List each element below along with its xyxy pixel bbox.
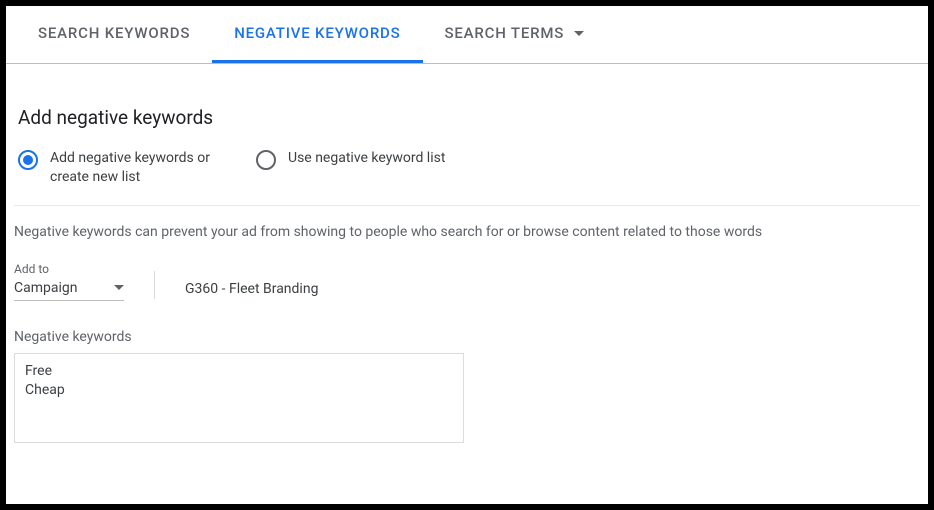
content-area: Add negative keywords Add negative keywo… — [6, 64, 928, 447]
tab-label: NEGATIVE KEYWORDS — [234, 24, 400, 42]
radio-label: Use negative keyword list — [288, 149, 445, 168]
add-to-scope-dropdown[interactable]: Add to Campaign — [14, 262, 124, 301]
tab-search-terms[interactable]: SEARCH TERMS — [423, 6, 607, 63]
chevron-down-icon — [114, 285, 124, 290]
help-text: Negative keywords can prevent your ad fr… — [14, 224, 920, 240]
tabs-bar: SEARCH KEYWORDS NEGATIVE KEYWORDS SEARCH… — [6, 6, 928, 64]
page-title: Add negative keywords — [18, 106, 916, 129]
dropdown-selected-text: Campaign — [14, 280, 77, 296]
vertical-divider — [154, 271, 155, 299]
radio-label: Add negative keywords or create new list — [50, 149, 228, 187]
field-label: Negative keywords — [14, 329, 920, 345]
radio-add-new[interactable]: Add negative keywords or create new list — [18, 149, 228, 187]
dropdown-value: Campaign — [14, 280, 124, 296]
negative-keywords-section: Negative keywords — [14, 329, 920, 447]
radio-use-list[interactable]: Use negative keyword list — [256, 149, 445, 170]
negative-keywords-textarea[interactable] — [14, 353, 464, 443]
tab-negative-keywords[interactable]: NEGATIVE KEYWORDS — [212, 6, 422, 63]
radio-group: Add negative keywords or create new list… — [14, 149, 920, 206]
chevron-down-icon — [574, 31, 584, 36]
field-label: Add to — [14, 262, 124, 276]
radio-icon — [256, 150, 276, 170]
radio-icon — [18, 150, 38, 170]
add-to-row: Add to Campaign G360 - Fleet Branding — [14, 262, 920, 301]
add-to-target: G360 - Fleet Branding — [185, 281, 318, 297]
tab-search-keywords[interactable]: SEARCH KEYWORDS — [16, 6, 212, 63]
tab-label: SEARCH KEYWORDS — [38, 24, 190, 42]
tab-label: SEARCH TERMS — [445, 24, 565, 42]
